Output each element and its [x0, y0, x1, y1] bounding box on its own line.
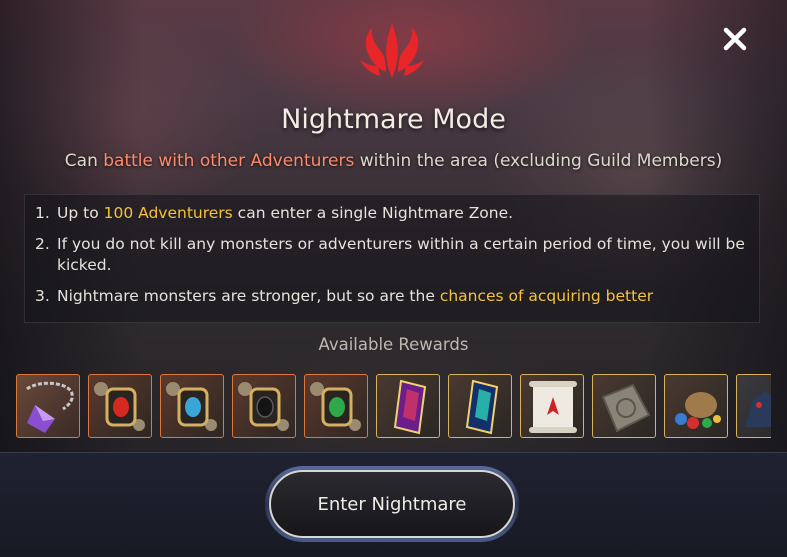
rule-item: 3. Nightmare monsters are stronger, but …: [35, 286, 749, 307]
rule-text-pre: If you do not kill any monsters or adven…: [57, 235, 745, 274]
creature-icon: [745, 391, 771, 427]
scroll-icon: [529, 381, 577, 433]
reward-slot[interactable]: [376, 374, 440, 438]
reward-slot[interactable]: [16, 374, 80, 438]
subtitle-text-pre: Can: [64, 151, 104, 171]
dialog-subtitle: Can battle with other Adventurers within…: [0, 151, 787, 171]
black-gem-brooch-icon: [238, 382, 289, 431]
nightmare-mode-dialog: Nightmare Mode Can battle with other Adv…: [0, 0, 787, 557]
close-button[interactable]: [716, 20, 754, 58]
reward-slot[interactable]: [160, 374, 224, 438]
demon-horns-emblem-icon: [360, 22, 424, 78]
rule-highlight: chances of acquiring better: [439, 287, 654, 305]
rule-text-post: can enter a single Nightmare Zone.: [232, 204, 514, 222]
enter-button-frame: Enter Nightmare: [265, 466, 519, 542]
rule-text-pre: Up to: [57, 204, 104, 222]
reward-slot[interactable]: [88, 374, 152, 438]
blue-gem-brooch-icon: [166, 382, 217, 431]
rule-text: Up to 100 Adventurers can enter a single…: [57, 203, 749, 224]
dialog-title: Nightmare Mode: [281, 104, 506, 135]
rule-text-pre: Nightmare monsters are stronger, but so …: [57, 287, 440, 305]
rule-text: If you do not kill any monsters or adven…: [57, 234, 749, 276]
purple-crystal-icon: [393, 379, 427, 435]
subtitle-highlight: battle with other Adventurers: [103, 151, 355, 171]
rule-text: Nightmare monsters are stronger, but so …: [57, 286, 749, 307]
reward-slot[interactable]: [664, 374, 728, 438]
amethyst-necklace-icon: [26, 381, 74, 433]
rewards-list[interactable]: [16, 374, 771, 440]
stone-tablet-icon: [601, 383, 651, 433]
rule-item: 2. If you do not kill any monsters or ad…: [35, 234, 749, 276]
reward-slot[interactable]: [736, 374, 771, 438]
reward-slot[interactable]: [448, 374, 512, 438]
rule-number: 1.: [35, 204, 50, 222]
enter-nightmare-button[interactable]: Enter Nightmare: [269, 470, 515, 538]
rule-highlight: 100 Adventurers: [103, 204, 233, 222]
subtitle-text-post: within the area (excluding Guild Members…: [354, 151, 723, 171]
red-gem-brooch-icon: [94, 382, 145, 431]
close-icon: [723, 27, 747, 51]
reward-slot[interactable]: [520, 374, 584, 438]
rule-number: 3.: [35, 287, 50, 305]
rule-item: 1. Up to 100 Adventurers can enter a sin…: [35, 203, 749, 224]
rules-list[interactable]: 1. Up to 100 Adventurers can enter a sin…: [24, 194, 760, 323]
reward-slot[interactable]: [304, 374, 368, 438]
rule-number: 2.: [35, 235, 50, 253]
teal-crystal-icon: [465, 379, 499, 435]
green-gem-brooch-icon: [310, 382, 361, 431]
reward-slot[interactable]: [592, 374, 656, 438]
treasure-pouch-icon: [675, 392, 721, 429]
rewards-title: Available Rewards: [318, 335, 469, 354]
reward-slot[interactable]: [232, 374, 296, 438]
